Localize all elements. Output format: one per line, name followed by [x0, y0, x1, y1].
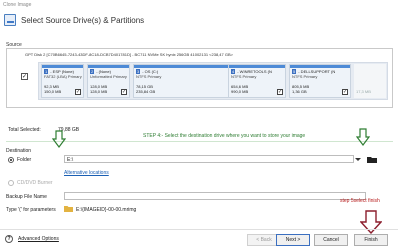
next-button[interactable]: Next >: [276, 234, 310, 246]
partition-total: 150,0 MB: [44, 89, 62, 94]
partition-2[interactable]: 2- (None) Unformatted Primary 128,0 MB 12…: [87, 64, 130, 98]
partition-4[interactable]: 4- WINRETOOLS (N NTFS Primary 654,6 MB 99…: [228, 64, 286, 98]
partition-total: 990,0 MB: [231, 89, 249, 94]
partition-checkbox[interactable]: ✓: [342, 89, 348, 95]
help-icon[interactable]: ?: [5, 235, 13, 243]
partition-total: 1,36 GB: [292, 89, 307, 94]
total-selected-label: Total Selected:: [8, 127, 41, 133]
cd-dvd-label: CD/DVD Burner: [17, 180, 53, 186]
folder-path-input[interactable]: E:\: [64, 155, 354, 163]
annotation-step5: step 5select finish: [340, 198, 380, 204]
cd-dvd-radio[interactable]: [8, 180, 14, 186]
partition-fs: FAT32 (LBA) Primary: [44, 74, 82, 79]
cancel-button[interactable]: Cancel: [314, 234, 348, 246]
partition-fs: NTFS Primary: [292, 74, 318, 79]
folder-browse-icon[interactable]: [367, 156, 377, 163]
alternative-locations-link[interactable]: Alternative locations: [64, 170, 109, 176]
partition-1[interactable]: 1- ESP (None) FAT32 (LBA) Primary 92,3 M…: [41, 64, 84, 98]
parameters-hint-label: Type '(' for parameters: [6, 207, 56, 213]
partition-total: 235,84 GB: [136, 89, 156, 94]
backup-file-name-label: Backup File Name: [6, 194, 47, 200]
disk-header: GPT Disk 2 [C70B6645-7243-43DF-8C18-DCB7…: [25, 52, 233, 57]
disk-image-icon: [4, 14, 16, 26]
dropdown-chevron-icon[interactable]: [355, 157, 361, 162]
partition-total: 128,0 MB: [90, 89, 108, 94]
footer-divider: [0, 229, 398, 230]
partition-checkbox[interactable]: ✓: [277, 89, 283, 95]
partition-checkbox[interactable]: ✓: [121, 89, 127, 95]
folder-radio[interactable]: [8, 157, 14, 163]
parameters-path: E:\{IMAGEID}-00-00.mrimg: [76, 207, 137, 213]
source-panel: GPT Disk 2 [C70B6645-7243-43DF-8C18-DCB7…: [6, 48, 393, 108]
partition-strip: 1- ESP (None) FAT32 (LBA) Primary 92,3 M…: [38, 62, 388, 100]
unallocated-space: 17,3 MB: [354, 64, 386, 98]
annotation-step4: STEP 4:- Select the destination drive wh…: [143, 133, 306, 139]
disk-checkbox[interactable]: ✓: [21, 73, 28, 80]
backup-file-name-input[interactable]: [64, 192, 366, 200]
green-down-arrow-icon: [356, 128, 370, 146]
destination-label: Destination: [6, 148, 32, 154]
page-title: Select Source Drive(s) & Partitions: [21, 15, 145, 25]
advanced-options-link[interactable]: Advanced Options: [18, 236, 59, 242]
partition-checkbox[interactable]: ✓: [75, 89, 81, 95]
window-titlebar: Clone Image: [0, 0, 398, 10]
window-title: Clone Image: [3, 2, 32, 8]
folder-radio-label: Folder: [17, 157, 32, 163]
red-down-arrow-icon: [360, 210, 382, 234]
folder-icon: [64, 206, 73, 212]
partition-fs: Unformatted Primary: [90, 74, 127, 79]
unallocated-size: 17,3 MB: [356, 89, 371, 94]
green-down-arrow-icon: [52, 130, 66, 148]
finish-button[interactable]: Finish: [354, 234, 388, 246]
page-header: Select Source Drive(s) & Partitions: [4, 14, 144, 26]
partition-fs: NTFS Primary: [231, 74, 257, 79]
partition-5[interactable]: 5- DELLSUPPORT (N NTFS Primary 805,5 MB 1…: [289, 64, 351, 98]
